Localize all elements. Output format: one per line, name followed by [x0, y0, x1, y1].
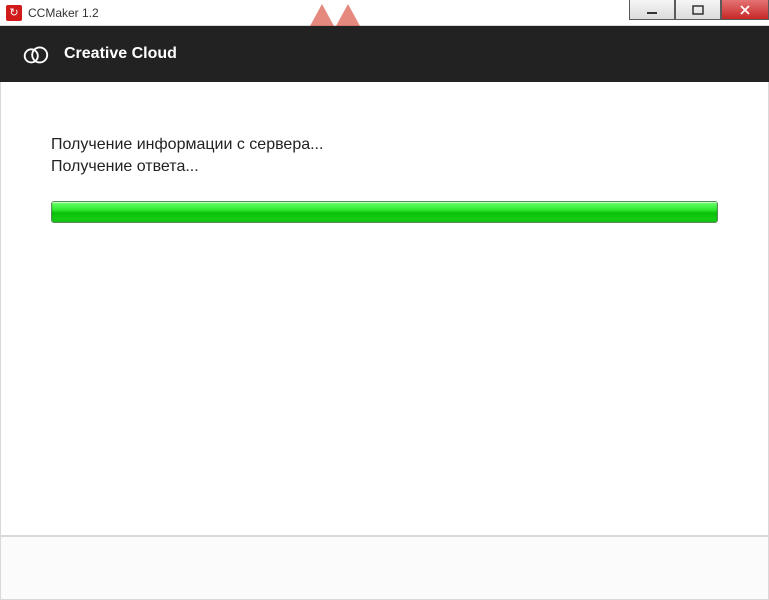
titlebar: CCMaker 1.2 — [0, 0, 769, 26]
close-button[interactable] — [721, 0, 769, 20]
status-line-2: Получение ответа... — [51, 156, 718, 178]
banner-title: Creative Cloud — [64, 45, 177, 63]
progress-bar — [51, 201, 718, 223]
content-area: Получение информации с сервера... Получе… — [0, 82, 769, 536]
close-icon — [739, 4, 751, 16]
banner: Creative Cloud — [0, 26, 769, 82]
maximize-icon — [692, 4, 704, 16]
minimize-button[interactable] — [629, 0, 675, 20]
progress-fill — [52, 202, 717, 222]
window-controls — [629, 0, 769, 20]
app-icon — [6, 5, 22, 21]
status-line-1: Получение информации с сервера... — [51, 134, 718, 156]
titlebar-background-decoration — [300, 0, 360, 26]
window-title: CCMaker 1.2 — [28, 6, 99, 20]
bottom-panel — [0, 536, 769, 600]
minimize-icon — [646, 4, 658, 16]
maximize-button[interactable] — [675, 0, 721, 20]
creative-cloud-icon — [20, 39, 50, 69]
